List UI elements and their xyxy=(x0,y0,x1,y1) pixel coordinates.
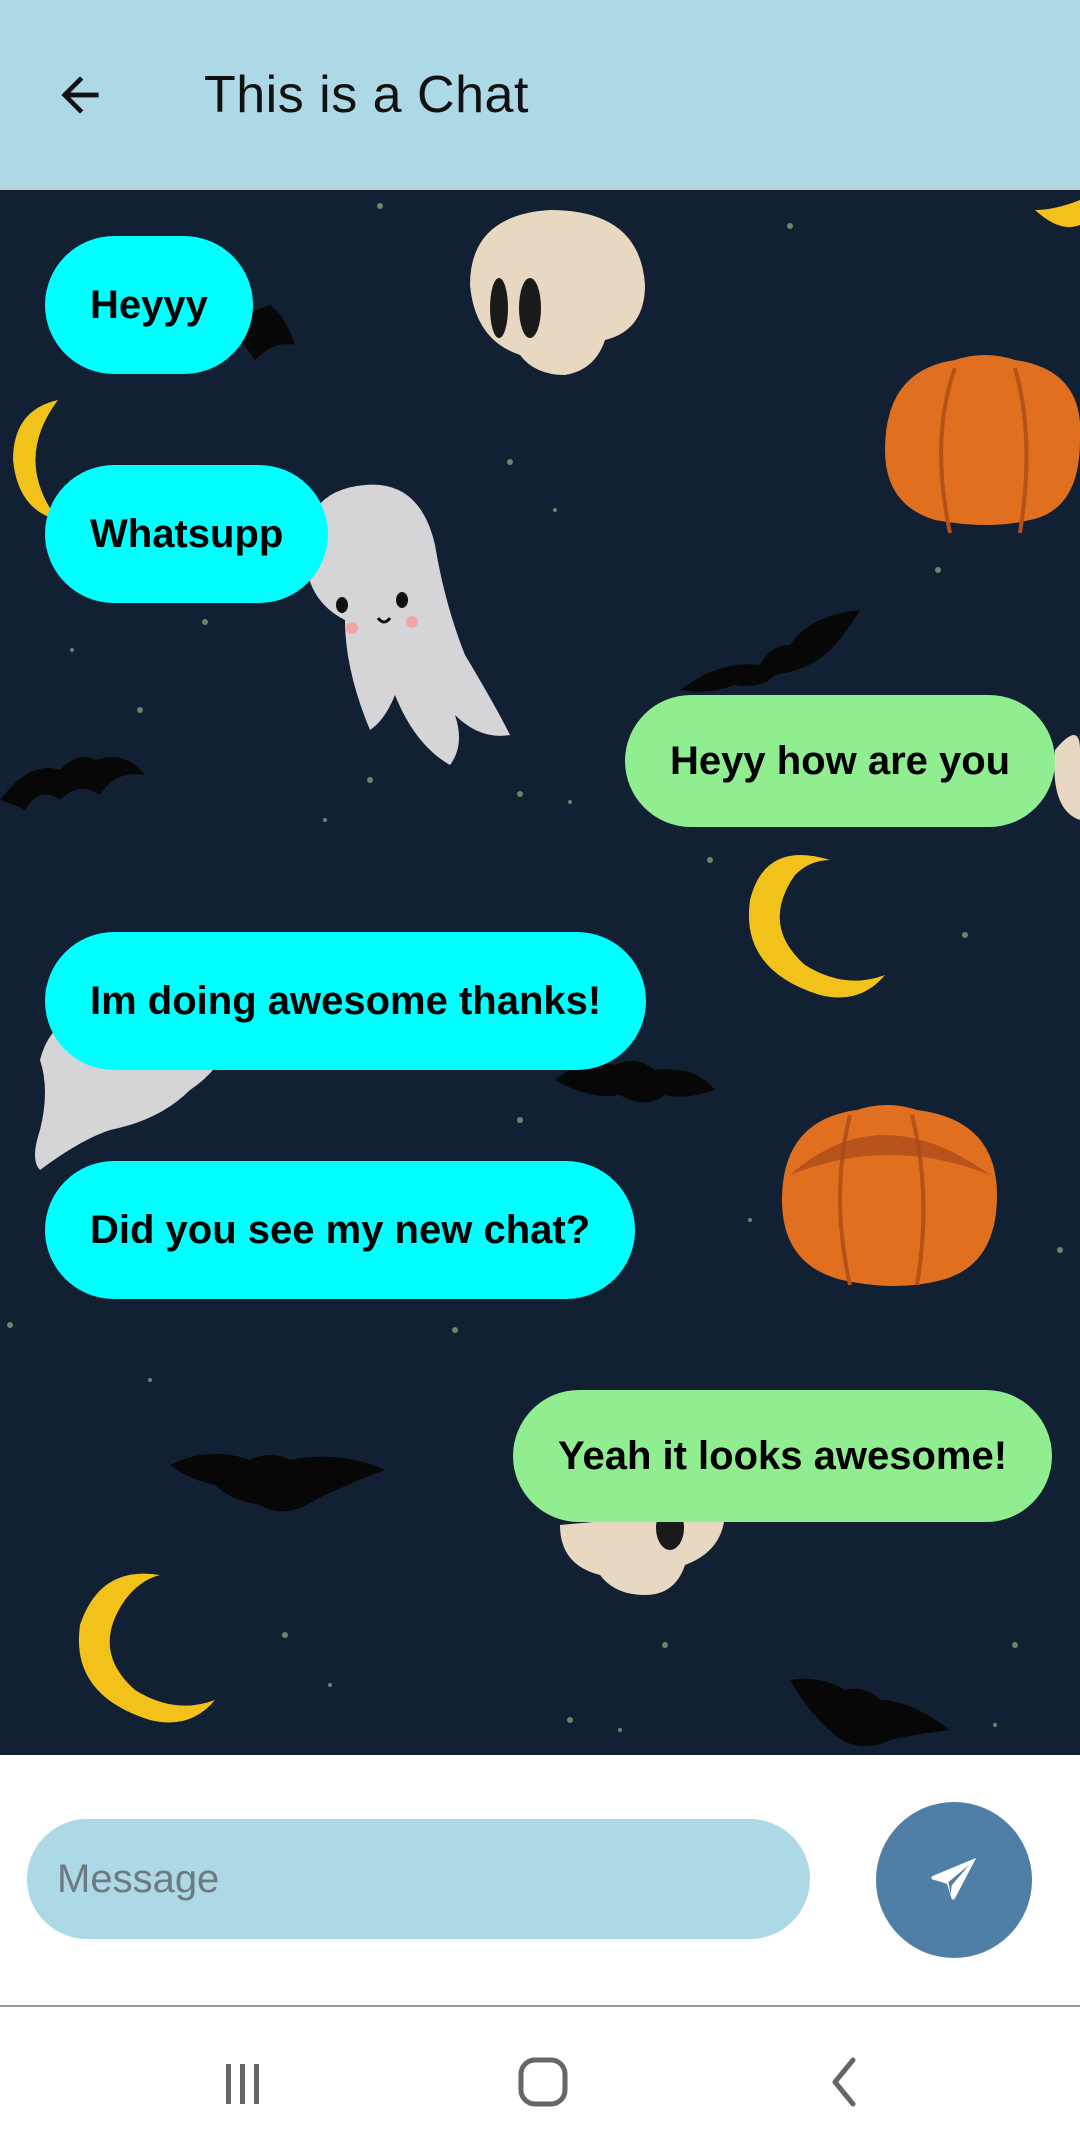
app-header: This is a Chat xyxy=(0,0,1080,190)
home-button[interactable] xyxy=(503,2042,583,2122)
message-bubble-incoming[interactable]: Did you see my new chat? xyxy=(45,1161,636,1299)
recents-icon xyxy=(226,2064,259,2104)
message-bubble-outgoing[interactable]: Yeah it looks awesome! xyxy=(513,1390,1053,1522)
chat-app: This is a Chat Heyyy Whatsupp Heyy how a… xyxy=(0,0,1080,2149)
message-bubble-incoming[interactable]: Heyyy xyxy=(45,236,253,374)
system-nav-bar xyxy=(0,2007,1080,2149)
message-input[interactable] xyxy=(27,1819,810,1939)
arrow-left-icon xyxy=(61,76,99,114)
nav-back-icon xyxy=(832,2057,856,2107)
message-composer xyxy=(0,1755,1080,2005)
send-button[interactable] xyxy=(876,1802,1032,1958)
message-bubble-incoming[interactable]: Whatsupp xyxy=(45,465,329,603)
message-bubble-incoming[interactable]: Im doing awesome thanks! xyxy=(45,932,647,1070)
home-icon xyxy=(518,2057,568,2107)
paper-plane-icon xyxy=(931,1857,977,1900)
chat-area[interactable]: Heyyy Whatsupp Heyy how are you Im doing… xyxy=(0,190,1080,1755)
page-title: This is a Chat xyxy=(204,66,529,124)
nav-back-button[interactable] xyxy=(805,2042,885,2122)
recents-button[interactable] xyxy=(202,2042,282,2122)
message-bubble-outgoing[interactable]: Heyy how are you xyxy=(625,695,1056,827)
back-button[interactable] xyxy=(40,55,120,135)
